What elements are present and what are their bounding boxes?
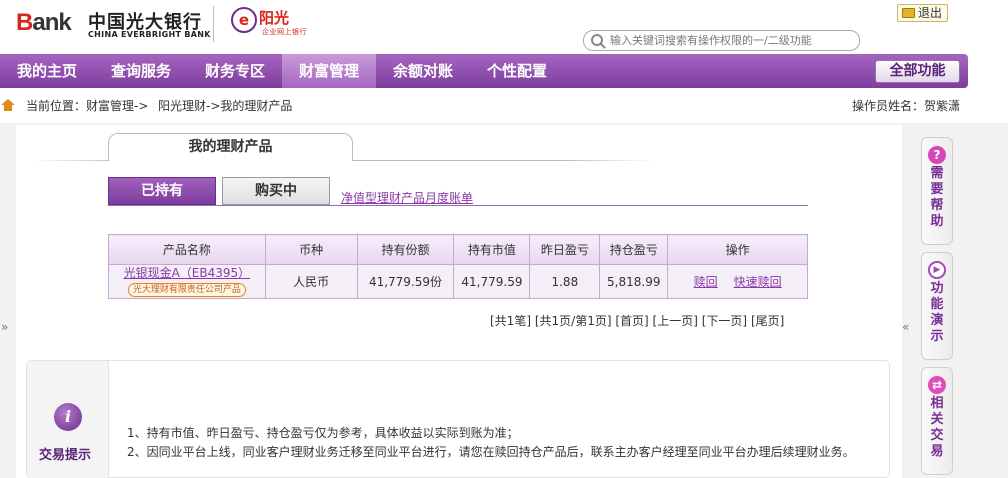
bank-name-en: CHINA EVERBRIGHT BANK <box>88 30 211 39</box>
breadcrumb: 当前位置： 财富管理-> 阳光理财->我的理财产品 操作员姓名：贺紫潇 <box>0 95 1008 117</box>
pager-first-button[interactable]: [首页] <box>615 314 648 328</box>
transaction-tips: i 交易提示 1、持有市值、昨日盈亏、持仓盈亏仅为参考，具体收益以实际到账为准；… <box>26 360 890 478</box>
pagination: [共1笔] [共1页/第1页] [首页] [上一页] [下一页] [尾页] <box>490 312 784 329</box>
nav-item-balance[interactable]: 余额对账 <box>376 54 470 88</box>
pager-pages: [共1页/第1页] <box>534 314 612 328</box>
help-button[interactable]: ? 需要帮助 <box>921 137 953 245</box>
logo-divider <box>213 6 214 42</box>
tips-title: 交易提示 <box>39 448 92 463</box>
pager-next-button[interactable]: [下一页] <box>702 314 747 328</box>
related-label: 相关交易 <box>930 396 944 459</box>
all-functions-button[interactable]: 全部功能 <box>875 60 960 83</box>
search-input[interactable] <box>610 32 855 49</box>
cell-position-pl: 5,818.99 <box>599 264 669 299</box>
tab-held[interactable]: 已持有 <box>108 177 216 205</box>
holdings-table: 产品名称 币种 持有份额 持有市值 昨日盈亏 持仓盈亏 操作 光银现金A（EB4… <box>108 234 808 299</box>
breadcrumb-wealth[interactable]: 财富管理-> <box>86 95 148 117</box>
bank-logo-b: B <box>16 9 33 36</box>
search-box <box>583 30 860 51</box>
col-yesterday-pl: 昨日盈亏 <box>529 234 601 265</box>
bank-logo: Bank <box>16 9 72 37</box>
help-icon: ? <box>928 146 946 164</box>
issuer-badge: 光大理财有限责任公司产品 <box>127 283 246 297</box>
tips-sidebar: i 交易提示 <box>27 361 109 478</box>
main-nav: 我的主页 查询服务 财务专区 财富管理 余额对账 个性配置 <box>0 54 968 88</box>
logout-button[interactable]: 退出 <box>897 4 948 22</box>
cell-yesterday-pl: 1.88 <box>529 264 601 299</box>
pager-total: [共1笔] <box>490 314 531 328</box>
collapse-right-icon[interactable]: « <box>902 320 909 334</box>
help-label: 需要帮助 <box>930 166 944 229</box>
page-root: Bank 中国光大银行 CHINA EVERBRIGHT BANK e 阳光 企… <box>0 0 1008 478</box>
quick-redeem-link[interactable]: 快速赎回 <box>734 275 782 289</box>
operator-name: 操作员姓名：贺紫潇 <box>851 99 960 113</box>
cell-market-value: 41,779.59 <box>453 264 531 299</box>
table-header-row: 产品名称 币种 持有份额 持有市值 昨日盈亏 持仓盈亏 操作 <box>108 234 808 265</box>
col-actions: 操作 <box>667 234 808 265</box>
bank-logo-rest: ank <box>32 9 71 36</box>
logout-icon <box>902 8 915 18</box>
sub-logo-caption: 企业网上银行 <box>262 28 307 36</box>
tab-buying[interactable]: 购买中 <box>222 177 330 205</box>
col-product-name: 产品名称 <box>108 234 266 265</box>
subtab-divider <box>108 205 808 206</box>
search-icon[interactable] <box>591 34 603 46</box>
nav-item-settings[interactable]: 个性配置 <box>470 54 564 88</box>
tip-line-2: 2、因同业平台上线，同业客户理财业务迁移至同业平台进行，请您在赎回持仓产品后，联… <box>127 445 855 459</box>
tip-line-1: 1、持有市值、昨日盈亏、持仓盈亏仅为参考，具体收益以实际到账为准； <box>127 426 519 440</box>
col-market-value: 持有市值 <box>453 234 531 265</box>
swap-icon: ⇄ <box>928 376 946 394</box>
col-position-pl: 持仓盈亏 <box>599 234 669 265</box>
info-icon: i <box>54 403 82 431</box>
header: Bank 中国光大银行 CHINA EVERBRIGHT BANK e 阳光 企… <box>0 0 1008 54</box>
nav-item-home[interactable]: 我的主页 <box>0 54 94 88</box>
product-name-link[interactable]: 光银现金A（EB4395） <box>109 266 265 281</box>
nav-item-finance[interactable]: 财务专区 <box>188 54 282 88</box>
col-shares: 持有份额 <box>356 234 455 265</box>
col-currency: 币种 <box>264 234 358 265</box>
sunshine-emblem-icon: e <box>231 7 257 33</box>
home-icon[interactable] <box>1 99 15 111</box>
collapse-left-icon[interactable]: » <box>1 320 8 334</box>
cell-actions: 赎回 快速赎回 <box>667 264 808 299</box>
demo-button[interactable]: ▶ 功能演示 <box>921 252 953 360</box>
sub-logo: 阳光 <box>259 9 290 27</box>
cell-product: 光银现金A（EB4395） 光大理财有限责任公司产品 <box>108 264 266 299</box>
page-title-tab: 我的理财产品 <box>108 133 353 161</box>
pager-last-button[interactable]: [尾页] <box>751 314 784 328</box>
nav-item-query[interactable]: 查询服务 <box>94 54 188 88</box>
pager-prev-button[interactable]: [上一页] <box>653 314 698 328</box>
breadcrumb-label: 当前位置： <box>26 99 87 113</box>
redeem-link[interactable]: 赎回 <box>694 275 718 289</box>
breadcrumb-current: 阳光理财->我的理财产品 <box>158 99 293 113</box>
logout-label: 退出 <box>918 6 943 20</box>
cell-shares: 41,779.59份 <box>356 264 455 299</box>
table-row: 光银现金A（EB4395） 光大理财有限责任公司产品 人民币 41,779.59… <box>108 264 808 299</box>
cell-currency: 人民币 <box>264 264 358 299</box>
nav-item-wealth[interactable]: 财富管理 <box>282 54 376 88</box>
related-transactions-button[interactable]: ⇄ 相关交易 <box>921 367 953 475</box>
demo-label: 功能演示 <box>930 281 944 344</box>
play-icon: ▶ <box>928 261 946 279</box>
monthly-statement-link[interactable]: 净值型理财产品月度账单 <box>341 189 473 206</box>
